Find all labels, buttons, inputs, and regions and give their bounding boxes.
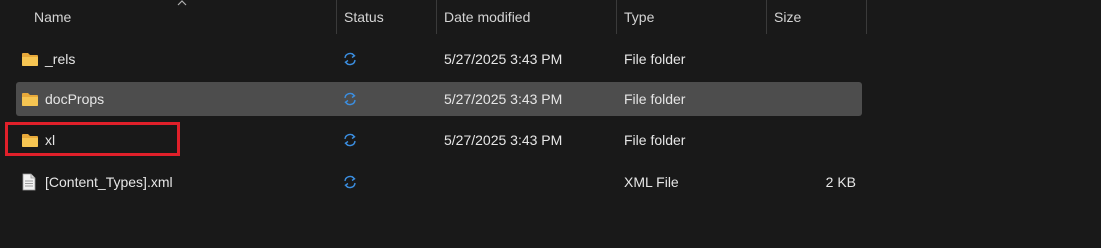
- column-header-size[interactable]: Size: [766, 0, 866, 34]
- file-explorer-list: Name Status Date modified Type Size _rel…: [0, 0, 1101, 248]
- date-modified: 5/27/2025 3:43 PM: [444, 91, 563, 107]
- file-name: xl: [45, 132, 56, 148]
- folder-icon: [22, 134, 38, 147]
- file-name: docProps: [45, 91, 105, 107]
- date-modified: 5/27/2025 3:43 PM: [444, 132, 563, 148]
- column-header-bar: Name Status Date modified Type Size: [0, 0, 1101, 34]
- file-type: File folder: [624, 91, 686, 107]
- file-type: File folder: [624, 132, 686, 148]
- file-name: _rels: [45, 51, 76, 67]
- column-header-type[interactable]: Type: [616, 0, 766, 34]
- sync-icon: [344, 92, 356, 106]
- column-header-date-modified[interactable]: Date modified: [436, 0, 616, 34]
- folder-icon: [22, 53, 38, 66]
- file-type: XML File: [624, 174, 679, 190]
- file-row-rels[interactable]: _rels 5/27/2025 3:43 PM File folder: [16, 42, 862, 76]
- file-row-docprops[interactable]: docProps 5/27/2025 3:43 PM File folder: [16, 82, 862, 116]
- column-header-status[interactable]: Status: [336, 0, 436, 34]
- sort-ascending-icon: [177, 0, 187, 6]
- folder-icon: [22, 93, 38, 106]
- sync-icon: [344, 133, 356, 147]
- sync-icon: [344, 175, 356, 189]
- file-row-xl[interactable]: xl 5/27/2025 3:43 PM File folder: [16, 123, 862, 157]
- date-modified: 5/27/2025 3:43 PM: [444, 51, 563, 67]
- file-type: File folder: [624, 51, 686, 67]
- sync-icon: [344, 52, 356, 66]
- file-size: 2 KB: [825, 174, 856, 190]
- file-row-content-types[interactable]: [Content_Types].xml XML File 2 KB: [16, 165, 862, 199]
- column-divider[interactable]: [866, 0, 867, 34]
- file-name: [Content_Types].xml: [45, 174, 173, 190]
- xml-file-icon: [22, 173, 36, 191]
